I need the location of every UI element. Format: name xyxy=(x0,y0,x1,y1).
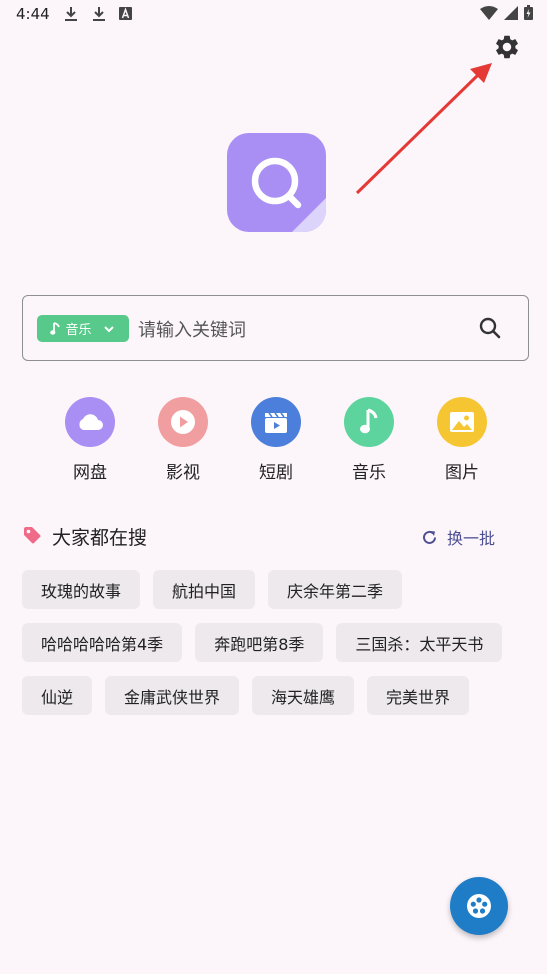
download-icon xyxy=(93,7,105,21)
quick-item-music[interactable]: 音乐 xyxy=(324,397,414,483)
hot-search-title: 大家都在搜 xyxy=(52,527,148,549)
search-tag[interactable]: 海天雄鹰 xyxy=(252,676,355,715)
quick-label: 短剧 xyxy=(259,463,293,483)
search-input[interactable]: 请输入关键词 xyxy=(138,316,246,342)
app-logo xyxy=(227,133,326,232)
quick-label: 图片 xyxy=(445,463,479,483)
cloud-icon xyxy=(65,397,115,447)
quick-item-short-drama[interactable]: 短剧 xyxy=(231,397,321,483)
refresh-icon xyxy=(423,530,436,544)
search-tag[interactable]: 玫瑰的故事 xyxy=(22,570,141,609)
search-tag[interactable]: 庆余年第二季 xyxy=(268,570,403,609)
search-bar[interactable]: 音乐 请输入关键词 xyxy=(22,295,529,361)
category-dropdown[interactable]: 音乐 xyxy=(37,315,129,342)
quick-label: 影视 xyxy=(166,463,200,483)
wifi-icon xyxy=(480,5,498,20)
chevron-down-icon xyxy=(103,325,114,332)
floating-action-button[interactable] xyxy=(450,877,508,935)
search-tag[interactable]: 奔跑吧第8季 xyxy=(195,623,324,662)
refresh-button[interactable]: 换一批 xyxy=(421,525,495,549)
film-reel-icon xyxy=(467,894,491,918)
quick-item-video[interactable]: 影视 xyxy=(138,397,228,483)
search-icon[interactable] xyxy=(478,316,502,340)
search-tag[interactable]: 仙逆 xyxy=(22,676,93,715)
annotation-arrow xyxy=(355,63,492,195)
quick-label: 网盘 xyxy=(73,463,107,483)
play-icon xyxy=(158,397,208,447)
search-tag[interactable]: 三国杀：太平天书 xyxy=(336,623,503,662)
music-note-icon xyxy=(344,397,394,447)
quick-item-images[interactable]: 图片 xyxy=(417,397,507,483)
search-tag[interactable]: 哈哈哈哈哈第4季 xyxy=(22,623,183,662)
signal-icon xyxy=(504,5,518,20)
refresh-label: 换一批 xyxy=(447,529,496,548)
image-icon xyxy=(437,397,487,447)
hot-search-tags: 玫瑰的故事 航拍中国 庆余年第二季 哈哈哈哈哈第4季 奔跑吧第8季 三国杀：太平… xyxy=(22,570,527,715)
quick-label: 音乐 xyxy=(352,463,386,483)
clapperboard-icon xyxy=(251,397,301,447)
battery-icon xyxy=(524,5,533,20)
notification-a-icon xyxy=(119,7,132,20)
quick-item-netdisk[interactable]: 网盘 xyxy=(45,397,135,483)
music-note-icon xyxy=(50,321,61,335)
tag-icon xyxy=(24,527,41,544)
status-time: 4:44 xyxy=(16,5,50,23)
search-tag[interactable]: 航拍中国 xyxy=(153,570,256,609)
search-tag[interactable]: 完美世界 xyxy=(367,676,470,715)
category-label: 音乐 xyxy=(65,323,92,338)
status-icons xyxy=(480,5,533,20)
search-tag[interactable]: 金庸武侠世界 xyxy=(105,676,240,715)
download-icon xyxy=(65,7,77,21)
